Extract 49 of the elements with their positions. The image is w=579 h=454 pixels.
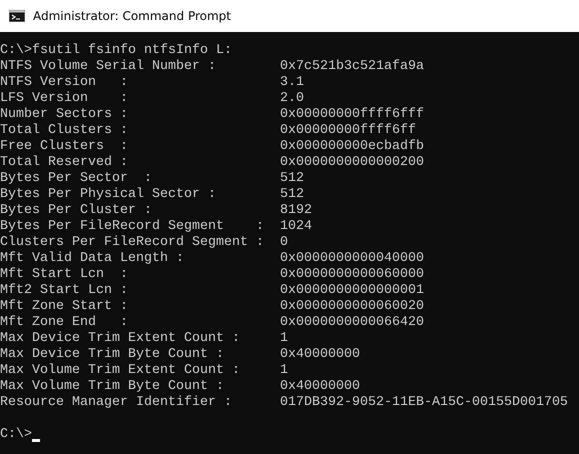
field-label: Bytes Per Cluster : — [0, 203, 153, 219]
field-value: 512 — [280, 187, 304, 203]
window-title: Administrator: Command Prompt — [33, 9, 231, 23]
field-label: Max Device Trim Byte Count : — [0, 347, 225, 363]
field-label: Max Volume Trim Extent Count : — [0, 363, 241, 379]
field-label: Max Volume Trim Byte Count : — [0, 379, 225, 395]
field-label: Clusters Per FileRecord Segment : — [0, 235, 265, 251]
console-icon — [9, 10, 25, 22]
field-value: 1 — [280, 331, 288, 347]
field-label: NTFS Volume Serial Number : — [0, 59, 217, 75]
text-cursor — [32, 439, 40, 442]
field-label: Free Clusters : — [0, 139, 129, 155]
field-value: 8192 — [280, 203, 312, 219]
field-value: 0x0000000000040000 — [280, 251, 424, 267]
field-label: Bytes Per Sector : — [0, 171, 153, 187]
field-label: Resource Manager Identifier : — [0, 395, 233, 411]
field-label: Bytes Per FileRecord Segment : — [0, 219, 265, 235]
field-value: 1 — [280, 363, 288, 379]
field-value: 1024 — [280, 219, 312, 235]
prompt: C:\> — [0, 427, 32, 443]
field-value: 0x7c521b3c521afa9a — [280, 59, 424, 75]
field-label: Mft2 Start Lcn : — [0, 283, 129, 299]
field-value: 0x0000000000060020 — [280, 299, 424, 315]
field-value: 0x0000000000000001 — [280, 283, 424, 299]
field-value: 0x0000000000000200 — [280, 155, 424, 171]
field-value: 512 — [280, 171, 304, 187]
field-value: 0x00000000ffff6fff — [280, 107, 424, 123]
field-value: 0x40000000 — [280, 379, 360, 395]
field-value: 0x00000000ffff6ff — [280, 123, 416, 139]
field-label: Mft Valid Data Length : — [0, 251, 185, 267]
field-label: Mft Zone Start : — [0, 299, 129, 315]
field-value: 2.0 — [280, 91, 304, 107]
field-value: 0 — [280, 235, 288, 251]
field-value: 017DB392-9052-11EB-A15C-00155D001705 — [280, 395, 568, 411]
field-label: NTFS Version : — [0, 75, 129, 91]
field-value: 0x0000000000060000 — [280, 267, 424, 283]
field-label: Bytes Per Physical Sector : — [0, 187, 217, 203]
field-value: 0x000000000ecbadfb — [280, 139, 424, 155]
field-label: Mft Zone End : — [0, 315, 129, 331]
field-label: Total Reserved : — [0, 155, 129, 171]
field-label: Number Sectors : — [0, 107, 129, 123]
field-value: 3.1 — [280, 75, 304, 91]
field-label: Mft Start Lcn : — [0, 267, 129, 283]
command-line: C:\>fsutil fsinfo ntfsInfo L: — [0, 43, 232, 59]
field-label: LFS Version : — [0, 91, 129, 107]
field-label: Total Clusters : — [0, 123, 129, 139]
field-value: 0x0000000000066420 — [280, 315, 424, 331]
field-value: 0x40000000 — [280, 347, 360, 363]
field-label: Max Device Trim Extent Count : — [0, 331, 241, 347]
